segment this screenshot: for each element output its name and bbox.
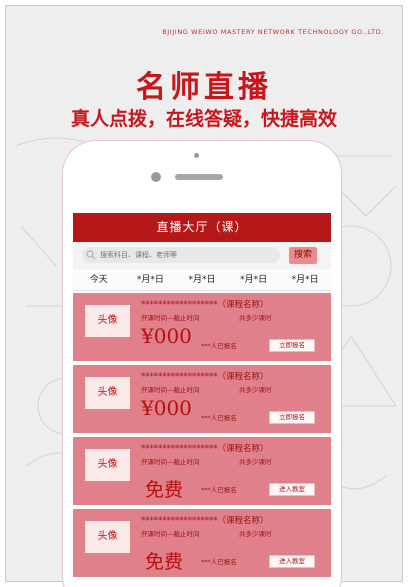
- phone-camera: [151, 172, 161, 182]
- avatar: 头像: [85, 521, 130, 553]
- tab-today[interactable]: 今天: [73, 269, 125, 290]
- tab-date[interactable]: *月*日: [279, 269, 331, 290]
- enter-classroom-button[interactable]: 进入教室: [269, 483, 315, 496]
- enrolled-count: ***人已报名: [201, 414, 237, 422]
- search-bar: 搜索: [73, 242, 331, 269]
- course-title: ******************（课程名称）: [141, 444, 269, 454]
- course-card[interactable]: 头像 ******************（课程名称） 开课时间—截止时间 共多…: [73, 365, 331, 435]
- enrolled-count: ***人已报名: [201, 342, 237, 350]
- course-time: 开课时间—截止时间: [141, 530, 200, 538]
- course-time: 开课时间—截止时间: [141, 458, 200, 466]
- enrolled-count: ***人已报名: [201, 486, 237, 494]
- phone-sensor-dot: [194, 153, 199, 158]
- enroll-button[interactable]: 立即报名: [269, 339, 315, 352]
- tab-date[interactable]: *月*日: [228, 269, 280, 290]
- course-hours: 共多少课时: [239, 458, 272, 466]
- avatar: 头像: [85, 449, 130, 481]
- course-time: 开课时间—截止时间: [141, 314, 200, 322]
- company-name: BJIJING WEIWO MASTERY NETWORK TECHNOLOGY…: [162, 28, 384, 36]
- tab-date[interactable]: *月*日: [176, 269, 228, 290]
- search-input[interactable]: [82, 247, 280, 263]
- tab-date[interactable]: *月*日: [125, 269, 177, 290]
- avatar: 头像: [85, 377, 130, 409]
- course-title: ******************（课程名称）: [141, 300, 269, 310]
- headline: 名师直播: [136, 70, 272, 105]
- date-tabs: 今天 *月*日 *月*日 *月*日 *月*日: [73, 269, 331, 291]
- course-price: 免费: [145, 551, 184, 573]
- course-hours: 共多少课时: [239, 386, 272, 394]
- course-card[interactable]: 头像 ******************（课程名称） 开课时间—截止时间 共多…: [73, 509, 331, 577]
- enroll-button[interactable]: 立即报名: [269, 411, 315, 424]
- course-time: 开课时间—截止时间: [141, 386, 200, 394]
- avatar: 头像: [85, 305, 130, 337]
- phone-screen: 直播大厅（课） 搜索 今天 *月*日 *月*日 *月*日 *月*日 头像 ***…: [73, 213, 331, 577]
- phone-speaker: [175, 174, 223, 180]
- page-title: 直播大厅（课）: [73, 213, 331, 242]
- enrolled-count: ***人已报名: [201, 558, 237, 566]
- course-card[interactable]: 头像 ******************（课程名称） 开课时间—截止时间 共多…: [73, 437, 331, 507]
- course-title: ******************（课程名称）: [141, 516, 269, 526]
- search-icon: [86, 250, 96, 260]
- course-card[interactable]: 头像 ******************（课程名称） 开课时间—截止时间 共多…: [73, 293, 331, 363]
- course-hours: 共多少课时: [239, 530, 272, 538]
- course-price: 免费: [145, 479, 184, 501]
- course-price: ¥000: [141, 396, 192, 420]
- tagline: 真人点拨，在线答疑，快捷高效: [70, 108, 337, 130]
- enter-classroom-button[interactable]: 进入教室: [269, 555, 315, 568]
- course-price: ¥000: [141, 324, 192, 348]
- course-hours: 共多少课时: [239, 314, 272, 322]
- course-title: ******************（课程名称）: [141, 372, 269, 382]
- search-button[interactable]: 搜索: [289, 247, 317, 264]
